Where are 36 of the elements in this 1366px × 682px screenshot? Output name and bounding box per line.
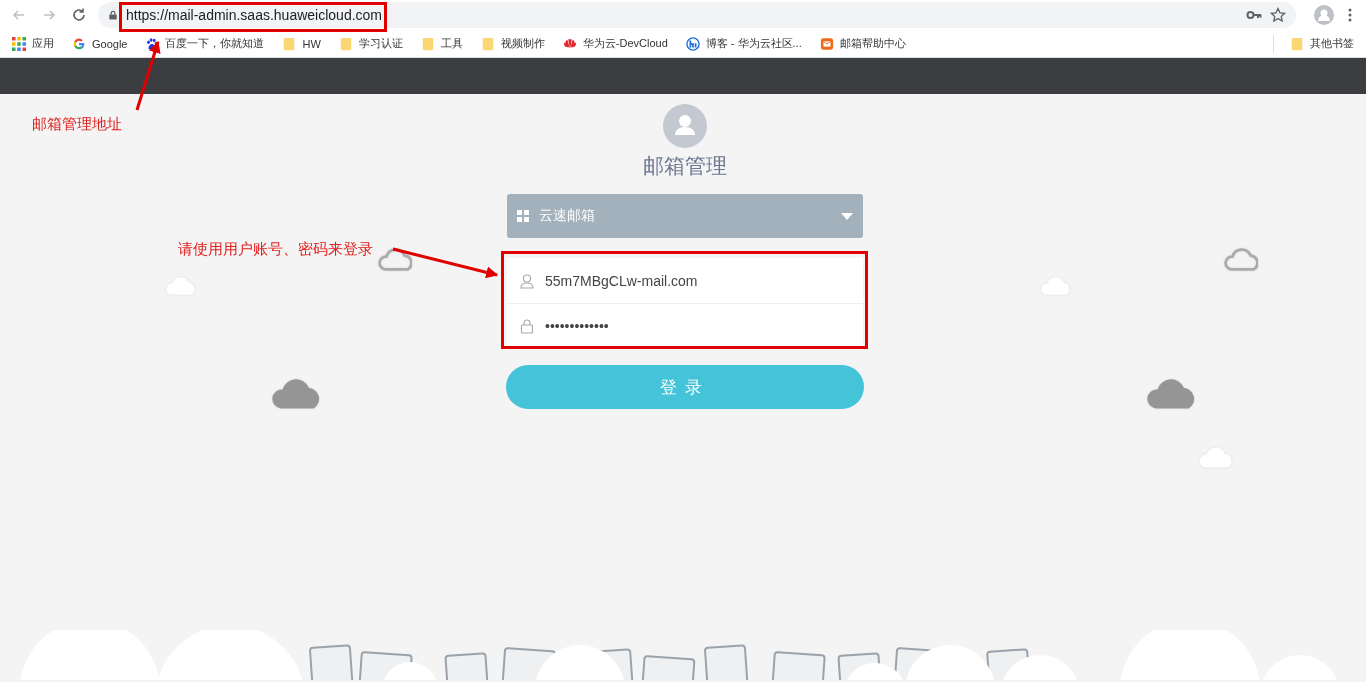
bookmark[interactable]: HW xyxy=(280,34,323,53)
grid-icon xyxy=(517,210,529,222)
cloud-icon xyxy=(378,246,412,272)
annotation-label: 请使用用户账号、密码来登录 xyxy=(178,240,373,259)
apps-grid-icon xyxy=(12,36,26,51)
star-icon[interactable] xyxy=(1270,7,1286,23)
cloud-icon xyxy=(1224,246,1258,272)
bookmark[interactable]: 应用 xyxy=(10,34,56,53)
address-bar[interactable]: https://mail-admin.saas.huaweicloud.com xyxy=(98,2,1296,28)
username-field[interactable]: 55m7MBgCLw-mail.com xyxy=(507,258,863,303)
user-icon xyxy=(519,272,535,289)
folder-icon xyxy=(282,36,297,51)
folder-icon xyxy=(420,36,435,51)
password-field[interactable]: ••••••••••••• xyxy=(507,303,863,348)
envelope-icon xyxy=(819,36,834,51)
bookmark[interactable]: 邮箱帮助中心 xyxy=(817,34,908,53)
arrow xyxy=(135,40,161,111)
folder-icon xyxy=(1290,36,1304,51)
page-title: 邮箱管理 xyxy=(643,153,727,179)
bookmark[interactable]: 工具 xyxy=(418,34,465,53)
bookmark[interactable]: 博客 - 华为云社区... xyxy=(683,34,804,53)
hi-logo-icon xyxy=(685,36,700,51)
bookmark[interactable]: 视频制作 xyxy=(478,34,547,53)
folder-icon xyxy=(480,36,495,51)
other-bookmarks[interactable]: 其他书签 xyxy=(1288,34,1356,53)
bookmark[interactable]: 华为云-DevCloud xyxy=(560,34,670,53)
folder-icon xyxy=(338,36,353,51)
lock-icon xyxy=(519,318,535,334)
google-g-icon xyxy=(72,36,86,51)
caret-icon xyxy=(841,212,853,220)
user-avatar-icon xyxy=(663,104,707,148)
reload-icon xyxy=(71,7,87,23)
bookmark[interactable]: Google xyxy=(70,34,130,53)
annotation-label: 邮箱管理地址 xyxy=(32,115,122,134)
bookmark[interactable]: 百度一下，你就知道 xyxy=(143,34,267,53)
bookmark[interactable]: 学习认证 xyxy=(336,34,405,53)
